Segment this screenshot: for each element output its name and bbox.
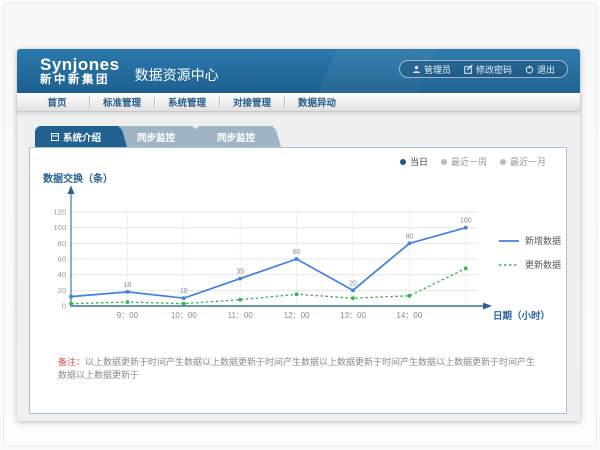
company-logo: Synjones 新中新集团 [40, 56, 120, 87]
content-area: 系统介绍 同步监控 同步监控 当日 最近一周 [17, 112, 580, 421]
tab-bar: 系统介绍 同步监控 同步监控 [35, 126, 273, 147]
user-icon [412, 65, 421, 74]
edit-icon [464, 65, 473, 74]
tab-label: 同步监控 [137, 130, 175, 144]
y-axis-title: 数据交换（条） [43, 170, 113, 185]
panel-icon [51, 133, 59, 141]
logout-button[interactable]: 退出 [525, 63, 555, 76]
svg-text:14：00: 14：00 [397, 311, 423, 320]
range-label: 最近一月 [510, 155, 546, 168]
legend-label: 新增数据 [525, 234, 561, 247]
svg-text:0: 0 [62, 302, 66, 311]
footnote-label: 备注： [58, 357, 85, 367]
svg-text:20: 20 [58, 286, 66, 295]
line-sample-icon [498, 262, 520, 268]
nav-item-standard-mgmt[interactable]: 标准管理 [90, 95, 154, 109]
svg-text:120: 120 [53, 208, 66, 217]
svg-text:80: 80 [406, 233, 414, 240]
svg-text:20: 20 [349, 280, 357, 287]
radio-dot-icon [400, 159, 406, 165]
nav-item-interface-mgmt[interactable]: 对接管理 [220, 95, 284, 109]
range-option-last-month[interactable]: 最近一月 [500, 155, 546, 168]
svg-text:10：00: 10：00 [171, 311, 197, 320]
svg-text:60: 60 [293, 249, 301, 256]
legend-label: 更新数据 [525, 258, 561, 271]
radio-dot-icon [500, 159, 506, 165]
chart-panel: 当日 最近一周 最近一月 数据交换（条） 0 20 40 60 80 100 120 9：00… [29, 147, 567, 414]
range-option-today[interactable]: 当日 [400, 155, 428, 168]
svg-text:12：00: 12：00 [284, 311, 310, 320]
line-chart: 0 20 40 60 80 100 120 9：00 10：00 11：00 12：00 13：00 1… [48, 184, 558, 334]
tab-label: 同步监控 [217, 130, 255, 144]
user-pill: 管理员 修改密码 退出 [399, 60, 568, 78]
range-option-last-week[interactable]: 最近一周 [441, 155, 487, 168]
line-sample-icon [498, 238, 520, 244]
tab-sync-monitor-1[interactable]: 同步监控 [115, 126, 193, 147]
footnote: 备注：以上数据更新于时间产生数据以上数据更新于时间产生数据以上数据更新于时间产生… [58, 356, 543, 381]
nav-item-system-mgmt[interactable]: 系统管理 [155, 95, 219, 109]
svg-text:18: 18 [124, 282, 132, 289]
app-window: Synjones 新中新集团 数据资源中心 管理员 修改密码 退出 首页 标准管… [17, 49, 580, 421]
app-header: Synjones 新中新集团 数据资源中心 管理员 修改密码 退出 [17, 49, 580, 93]
svg-text:日期（小时）: 日期（小时） [493, 310, 550, 322]
range-selector: 当日 最近一周 最近一月 [400, 155, 546, 168]
svg-text:80: 80 [58, 239, 66, 248]
logout-label: 退出 [537, 63, 555, 76]
svg-text:60: 60 [58, 255, 66, 264]
svg-text:13：00: 13：00 [340, 311, 366, 320]
admin-label: 管理员 [424, 63, 451, 76]
svg-text:11：00: 11：00 [228, 311, 254, 320]
change-password-label: 修改密码 [476, 63, 512, 76]
svg-text:35: 35 [236, 269, 244, 276]
series-legend: 新增数据 更新数据 [498, 234, 561, 271]
svg-text:40: 40 [58, 270, 66, 279]
range-label: 当日 [410, 155, 428, 168]
logo-text: Synjones [40, 56, 120, 73]
change-password-button[interactable]: 修改密码 [464, 63, 512, 76]
range-label: 最近一周 [451, 155, 487, 168]
svg-text:9：00: 9：00 [117, 311, 139, 320]
power-icon [525, 65, 534, 74]
svg-text:100: 100 [53, 223, 66, 232]
main-nav: 首页 标准管理 系统管理 对接管理 数据异动 [17, 93, 580, 112]
nav-item-home[interactable]: 首页 [25, 95, 89, 109]
page-title: 数据资源中心 [135, 65, 219, 85]
radio-dot-icon [441, 159, 447, 165]
logo-subtext: 新中新集团 [40, 75, 120, 87]
svg-text:10: 10 [180, 288, 188, 295]
tab-system-intro[interactable]: 系统介绍 [35, 126, 119, 147]
svg-text:100: 100 [460, 218, 472, 225]
legend-item-new-data[interactable]: 新增数据 [498, 234, 561, 247]
tab-sync-monitor-2[interactable]: 同步监控 [195, 126, 273, 147]
tab-label: 系统介绍 [63, 130, 101, 144]
nav-item-data-change[interactable]: 数据异动 [285, 95, 349, 109]
footnote-text: 以上数据更新于时间产生数据以上数据更新于时间产生数据以上数据更新于时间产生数据以… [58, 357, 535, 380]
legend-item-updated-data[interactable]: 更新数据 [498, 258, 561, 271]
admin-user-menu[interactable]: 管理员 [412, 63, 451, 76]
